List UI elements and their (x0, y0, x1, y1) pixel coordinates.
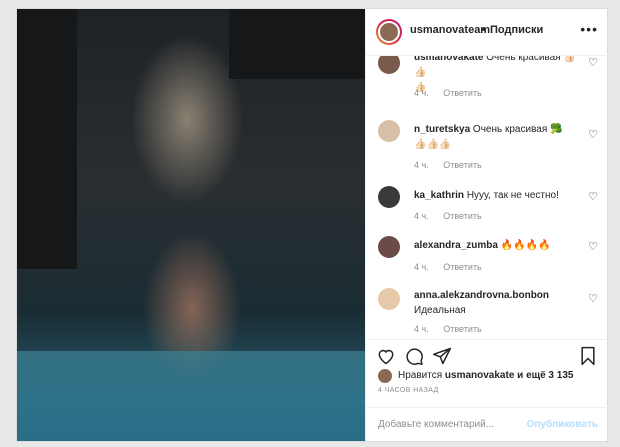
reply-button[interactable]: Ответить (443, 324, 481, 334)
post-actions (366, 339, 608, 368)
commenter-username[interactable]: ka_kathrin (414, 190, 464, 201)
commenter-avatar[interactable] (378, 288, 400, 310)
author-avatar[interactable] (376, 19, 402, 45)
commenter-avatar[interactable] (378, 56, 400, 74)
likes-summary: Нравится usmanovakate и ещё 3 135 (366, 367, 608, 387)
comment-text: n_turetskya Очень красивая 🥦 👍🏻👍🏻👍🏻 (414, 122, 586, 152)
commenter-username[interactable]: anna.alekzandrovna.bonbon (414, 290, 549, 301)
follow-button[interactable]: Подписки (490, 24, 543, 36)
comment-meta: 4 ч. Ответить (414, 262, 494, 272)
comment-time[interactable]: 4 ч. (414, 88, 429, 98)
comment-body-line2: Идеальная (414, 305, 466, 316)
liker-avatar[interactable] (378, 369, 392, 383)
post-sidebar: usmanovateam • Подписки ••• usmanovakate… (365, 9, 608, 441)
comment-meta: 4 ч. Ответить (414, 160, 494, 170)
photo-water (17, 351, 365, 441)
heart-icon[interactable]: ♡ (588, 56, 598, 69)
comment-time[interactable]: 4 ч. (414, 160, 429, 170)
heart-icon[interactable]: ♡ (588, 128, 598, 141)
photo-rock-left (17, 9, 77, 269)
comment-meta: 4 ч. Ответить (414, 88, 494, 98)
liker-username[interactable]: usmanovakate (445, 370, 514, 381)
commenter-avatar[interactable] (378, 236, 400, 258)
comment-body: Очень красивая 🥦 (472, 124, 563, 135)
reply-button[interactable]: Ответить (443, 160, 481, 170)
comment-icon[interactable] (404, 346, 424, 366)
photo-rock-top (229, 9, 365, 79)
reply-button[interactable]: Ответить (443, 88, 481, 98)
commenter-avatar[interactable] (378, 120, 400, 142)
comment-body-line2: 👍🏻👍🏻👍🏻 (414, 139, 452, 150)
comment-meta: 4 ч. Ответить (414, 211, 494, 221)
comment-text: alexandra_zumba 🔥🔥🔥🔥 (414, 238, 586, 253)
commenter-username[interactable]: n_turetskya (414, 124, 470, 135)
commenter-username[interactable]: usmanovakate (414, 56, 483, 63)
publish-button[interactable]: Опубликовать (527, 419, 598, 430)
heart-icon[interactable]: ♡ (588, 240, 598, 253)
heart-icon[interactable]: ♡ (588, 292, 598, 305)
comment-text: anna.alekzandrovna.bonbon Идеальная (414, 288, 586, 318)
share-icon[interactable] (432, 346, 452, 366)
commenter-username[interactable]: alexandra_zumba (414, 240, 498, 251)
like-icon[interactable] (376, 346, 396, 366)
bookmark-icon[interactable] (578, 346, 598, 366)
comment-time[interactable]: 4 ч. (414, 324, 429, 334)
comment-body: 🔥🔥🔥🔥 (500, 240, 551, 251)
comment-body: Нууу, так не честно! (466, 190, 559, 201)
comments-list[interactable]: usmanovakate Очень красивая 👍🏻👍🏻 👍🏻 4 ч.… (366, 56, 608, 339)
header-separator: • (482, 24, 486, 36)
heart-icon[interactable]: ♡ (588, 190, 598, 203)
likes-text: Нравится usmanovakate и ещё 3 135 (398, 370, 574, 381)
comment-input[interactable]: Добавьте комментарий... (378, 419, 494, 430)
post-frame: usmanovateam • Подписки ••• usmanovakate… (16, 8, 608, 442)
author-username[interactable]: usmanovateam (410, 24, 490, 36)
comment-meta: 4 ч. Ответить (414, 324, 494, 334)
post-header: usmanovateam • Подписки ••• (366, 9, 608, 56)
reply-button[interactable]: Ответить (443, 262, 481, 272)
post-time[interactable]: 4 ЧАСОВ НАЗАД (378, 387, 439, 394)
comment-time[interactable]: 4 ч. (414, 211, 429, 221)
comment-time[interactable]: 4 ч. (414, 262, 429, 272)
more-icon[interactable]: ••• (580, 21, 598, 37)
commenter-avatar[interactable] (378, 186, 400, 208)
add-comment-bar: Добавьте комментарий... Опубликовать (366, 407, 608, 442)
likes-count[interactable]: и ещё 3 135 (514, 370, 573, 381)
post-photo[interactable] (17, 9, 365, 441)
reply-button[interactable]: Ответить (443, 211, 481, 221)
comment-text: ka_kathrin Нууу, так не честно! (414, 188, 586, 203)
